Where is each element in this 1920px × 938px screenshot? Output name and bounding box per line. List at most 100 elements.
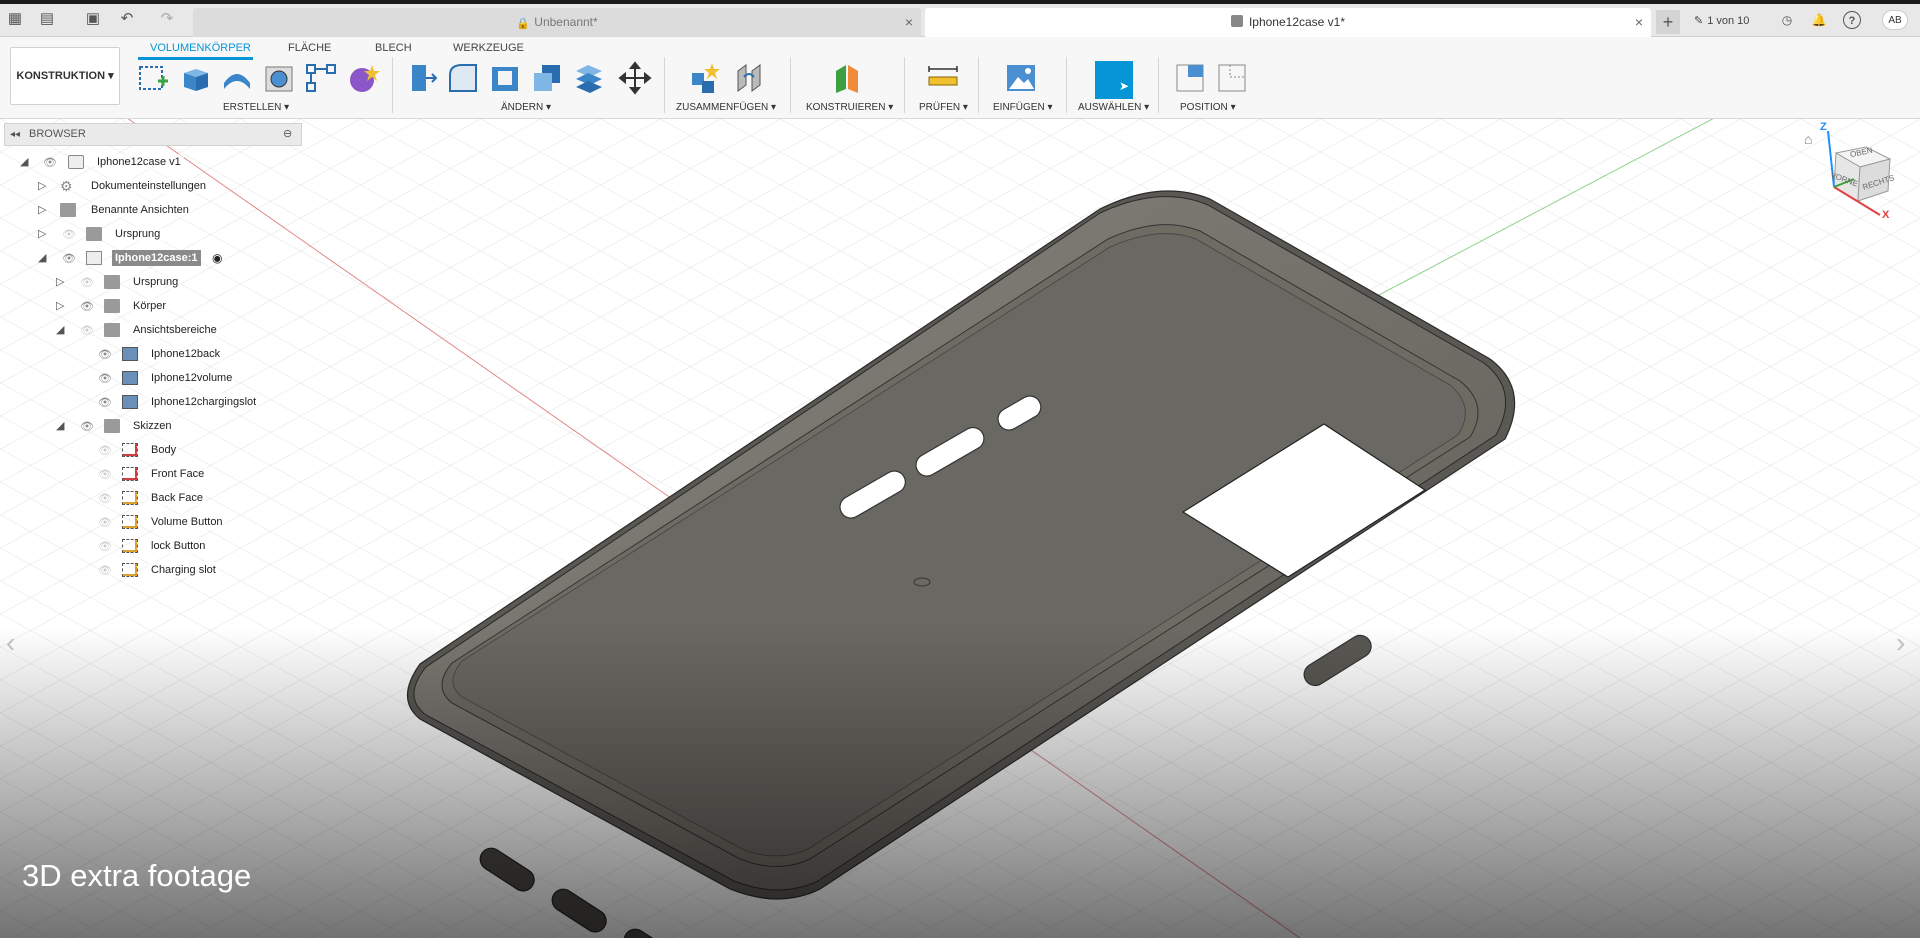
tree-item-benannte-ansichten[interactable]: ▷ Benannte Ansichten [0,199,305,221]
tree-item-koerper[interactable]: ▷ 👁 Körper [0,295,305,317]
viewcube[interactable]: OBEN VORNE RECHTS Z X ⌂ [1800,121,1900,223]
insert-image-icon[interactable] [1004,61,1038,95]
tree-item-sketch[interactable]: 👁 lock Button [0,535,305,557]
tree-item-canvas[interactable]: 👁 Iphone12back [0,343,305,365]
tab-volumenkoerper[interactable]: VOLUMENKÖRPER [150,42,251,54]
tree-item-sketch[interactable]: 👁 Body [0,439,305,461]
group-einfuegen[interactable]: EINFÜGEN ▾ [993,102,1052,113]
visibility-eye-icon[interactable]: 👁 [98,396,112,409]
tree-item-canvas[interactable]: 👁 Iphone12chargingslot [0,391,305,413]
hidden-eye-icon[interactable]: 👁 [62,228,76,241]
tab-unbenannt[interactable]: 🔒 Unbenannt* × [193,8,921,37]
home-icon[interactable]: ⌂ [1804,131,1812,147]
combine-icon[interactable] [530,61,564,95]
tree-item-sketch[interactable]: 👁 Front Face [0,463,305,485]
job-status[interactable]: ✎ 1 von 10 [1694,10,1749,32]
group-erstellen[interactable]: ERSTELLEN ▾ [223,102,289,113]
hidden-eye-icon[interactable]: 👁 [98,540,112,553]
group-konstruieren[interactable]: KONSTRUIEREN ▾ [806,102,893,113]
hidden-eye-icon[interactable]: 👁 [98,492,112,505]
tree-item-ursprung-sub[interactable]: ▷ 👁 Ursprung [0,271,305,293]
prev-arrow-icon[interactable]: ‹ [6,627,15,659]
construct-plane-icon[interactable] [830,61,864,95]
tree-item-skizzen[interactable]: ◢ 👁 Skizzen [0,415,305,437]
close-icon[interactable]: × [905,8,913,36]
new-tab-button[interactable]: + [1656,10,1680,34]
form-icon[interactable] [346,61,380,95]
group-pruefen[interactable]: PRÜFEN ▾ [919,102,968,113]
visibility-eye-icon[interactable]: 👁 [62,252,76,265]
group-zusammenfuegen[interactable]: ZUSAMMENFÜGEN ▾ [676,102,776,113]
undo-icon[interactable]: ↶ [118,10,136,28]
hidden-eye-icon[interactable]: 👁 [98,516,112,529]
tab-blech[interactable]: BLECH [375,42,412,54]
collapsed-triangle-icon[interactable]: ▷ [38,180,50,192]
tree-item-dokumenteinstellungen[interactable]: ▷ ⚙ Dokumenteinstellungen [0,175,305,197]
tree-item-ursprung[interactable]: ▷ 👁 Ursprung [0,223,305,245]
clock-icon[interactable]: ◷ [1778,11,1796,29]
expanded-triangle-icon[interactable]: ◢ [38,252,50,264]
workspace-selector[interactable]: KONSTRUKTION ▾ [10,47,120,105]
expanded-triangle-icon[interactable]: ◢ [56,324,68,336]
minimize-icon[interactable]: ⊖ [283,124,292,145]
hole-icon[interactable] [262,61,296,95]
hidden-eye-icon[interactable]: 👁 [98,468,112,481]
collapsed-triangle-icon[interactable]: ▷ [38,228,50,240]
file-icon[interactable]: ▤ [38,10,56,28]
group-position[interactable]: POSITION ▾ [1180,102,1236,113]
tab-werkzeuge[interactable]: WERKZEUGE [453,42,524,54]
tree-label: Ursprung [112,226,164,242]
visibility-eye-icon[interactable]: 👁 [80,420,94,433]
collapsed-triangle-icon[interactable]: ▷ [56,300,68,312]
group-auswaehlen[interactable]: AUSWÄHLEN ▾ [1078,102,1149,113]
avatar[interactable]: AB [1882,10,1908,30]
redo-icon[interactable]: ↷ [158,10,176,28]
press-pull-icon[interactable] [404,61,438,95]
tree-item-sketch[interactable]: 👁 Volume Button [0,511,305,533]
revolve-icon[interactable] [220,61,254,95]
collapsed-triangle-icon[interactable]: ▷ [38,204,50,216]
help-icon[interactable]: ? [1843,11,1861,29]
expanded-triangle-icon[interactable]: ◢ [56,420,68,432]
expanded-triangle-icon[interactable]: ◢ [20,156,32,168]
create-sketch-icon[interactable] [136,61,170,95]
tree-item-component[interactable]: ◢ 👁 Iphone12case:1 ◉ [0,247,305,269]
shell-icon[interactable] [488,61,522,95]
visibility-eye-icon[interactable]: 👁 [98,372,112,385]
move-icon[interactable] [618,61,652,95]
capture-position-icon[interactable] [1174,61,1208,95]
save-icon[interactable]: ▣ [84,10,102,28]
separator [1066,57,1067,113]
collapsed-triangle-icon[interactable]: ▷ [56,276,68,288]
pattern-icon[interactable] [304,61,338,95]
bell-icon[interactable]: 🔔 [1810,11,1828,29]
hidden-eye-icon[interactable]: 👁 [80,324,94,337]
tab-flaeche[interactable]: FLÄCHE [288,42,331,54]
tree-item-canvas[interactable]: 👁 Iphone12volume [0,367,305,389]
visibility-eye-icon[interactable]: 👁 [43,156,57,169]
fillet-icon[interactable] [446,61,480,95]
app-grid-icon[interactable]: ▦ [6,10,24,28]
new-component-icon[interactable] [688,61,722,95]
hidden-eye-icon[interactable]: 👁 [80,276,94,289]
select-tool-button[interactable]: ➤ [1095,61,1133,99]
visibility-eye-icon[interactable]: 👁 [98,348,112,361]
tree-item-sketch[interactable]: 👁 Back Face [0,487,305,509]
hidden-eye-icon[interactable]: 👁 [98,564,112,577]
hidden-eye-icon[interactable]: 👁 [98,444,112,457]
tree-item-root[interactable]: ◢ 👁 Iphone12case v1 [0,151,305,173]
close-icon[interactable]: × [1635,8,1643,36]
collapse-panel-icon[interactable]: ◂◂ [10,124,20,145]
visibility-eye-icon[interactable]: 👁 [80,300,94,313]
tree-item-ansichtsbereiche[interactable]: ◢ 👁 Ansichtsbereiche [0,319,305,341]
joint-icon[interactable] [732,61,766,95]
revert-position-icon[interactable] [1216,61,1250,95]
next-arrow-icon[interactable]: › [1896,627,1905,659]
extrude-icon[interactable] [178,61,212,95]
offset-face-icon[interactable] [572,61,606,95]
activate-radio-icon[interactable]: ◉ [212,251,222,265]
measure-icon[interactable] [926,61,960,95]
group-aendern[interactable]: ÄNDERN ▾ [501,102,551,113]
tab-iphone12case[interactable]: Iphone12case v1* × [925,8,1651,37]
tree-item-sketch[interactable]: 👁 Charging slot [0,559,305,581]
